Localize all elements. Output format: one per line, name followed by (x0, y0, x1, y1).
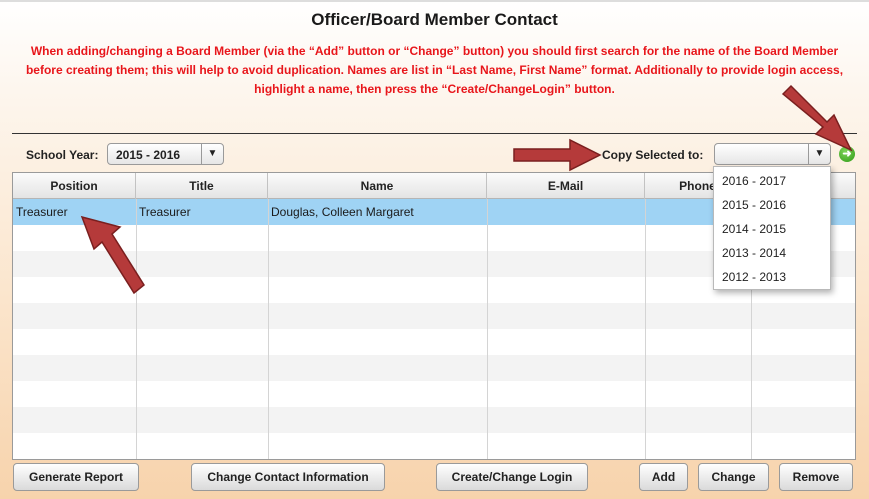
page-title: Officer/Board Member Contact (311, 10, 558, 29)
red-arrow-icon (781, 84, 853, 152)
dropdown-option[interactable]: 2012 - 2013 (722, 270, 786, 284)
column-header-title[interactable]: Title (136, 173, 268, 199)
table-row[interactable] (13, 329, 855, 355)
column-header-position[interactable]: Position (13, 173, 136, 199)
red-arrow-icon (513, 138, 602, 172)
window-top-border (0, 0, 869, 2)
column-header-name[interactable]: Name (268, 173, 487, 199)
column-divider (645, 199, 646, 459)
copy-selected-label: Copy Selected to: (602, 148, 704, 162)
add-button[interactable]: Add (639, 463, 688, 491)
table-row[interactable] (13, 355, 855, 381)
table-row[interactable] (13, 303, 855, 329)
divider (12, 133, 857, 134)
school-year-value: 2015 - 2016 (116, 148, 181, 162)
dropdown-option[interactable]: 2013 - 2014 (722, 246, 786, 260)
create-change-login-button[interactable]: Create/Change Login (436, 463, 588, 491)
column-header-email[interactable]: E-Mail (487, 173, 645, 199)
cell-title: Treasurer (139, 205, 191, 219)
generate-report-button[interactable]: Generate Report (13, 463, 139, 491)
remove-button[interactable]: Remove (779, 463, 853, 491)
table-row[interactable] (13, 433, 855, 459)
instructions-text: When adding/changing a Board Member (via… (25, 44, 844, 96)
chevron-down-icon[interactable]: ▼ (201, 144, 223, 164)
column-divider (268, 199, 269, 459)
dropdown-option[interactable]: 2014 - 2015 (722, 222, 786, 236)
table-row[interactable] (13, 407, 855, 433)
column-divider (487, 199, 488, 459)
dropdown-option[interactable]: 2015 - 2016 (722, 198, 786, 212)
red-arrow-icon (80, 215, 145, 295)
copy-year-dropdown-list: 2016 - 2017 2015 - 2016 2014 - 2015 2013… (713, 166, 831, 290)
table-row[interactable] (13, 381, 855, 407)
change-contact-button[interactable]: Change Contact Information (191, 463, 385, 491)
change-button[interactable]: Change (698, 463, 769, 491)
school-year-label: School Year: (26, 148, 99, 162)
school-year-select[interactable]: 2015 - 2016 ▼ (107, 143, 224, 165)
dropdown-option[interactable]: 2016 - 2017 (722, 174, 786, 188)
cell-email (487, 199, 645, 225)
cell-name: Douglas, Colleen Margaret (271, 205, 414, 219)
